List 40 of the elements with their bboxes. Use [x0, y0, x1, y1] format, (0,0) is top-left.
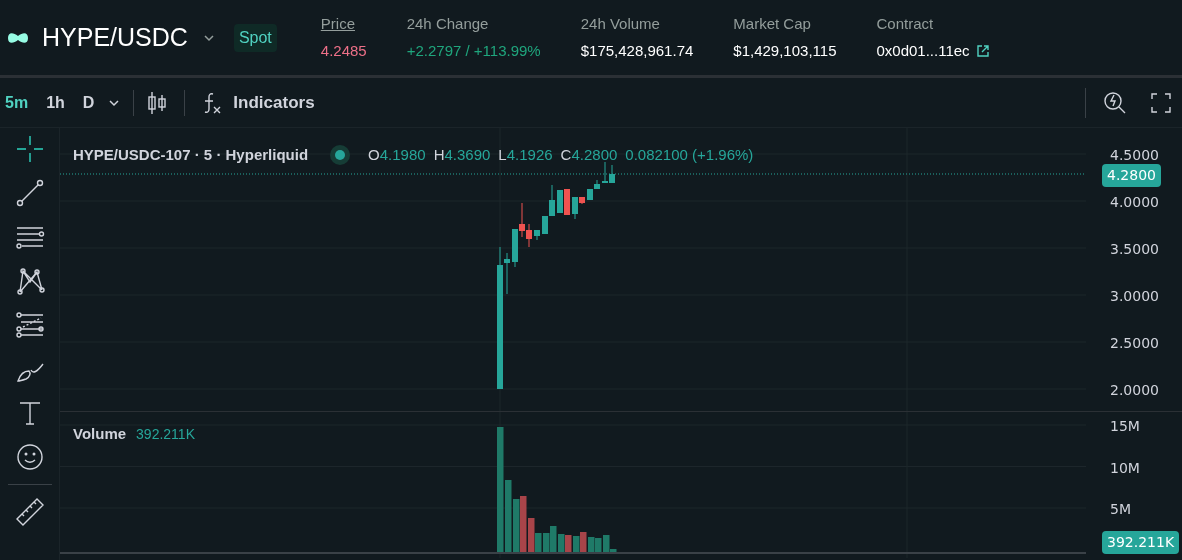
- stat-value: $1,429,103,115: [733, 40, 837, 61]
- price-tick: 4.5000: [1110, 146, 1159, 165]
- price-tick: 4.0000: [1110, 193, 1159, 212]
- stat-label: 24h Change: [406, 14, 490, 34]
- chart-symbol: HYPE/USDC-107 · 5 · Hyperliquid: [73, 145, 309, 165]
- stat-label: 24h Volume: [580, 14, 661, 34]
- stat-value: $175,428,961.74: [580, 40, 694, 61]
- candle: [534, 229, 540, 241]
- volume-label: Volume: [73, 424, 127, 444]
- ohlc-value: C4.2800: [560, 145, 618, 165]
- candlestick-icon[interactable]: [146, 89, 169, 116]
- volume-tick: 15M: [1110, 417, 1140, 436]
- stat-label: Contract: [876, 14, 935, 34]
- last-volume-badge: 392.211K: [1102, 531, 1180, 554]
- price-tick: 2.5000: [1110, 334, 1159, 353]
- ohlc-value: L4.1926: [498, 145, 553, 165]
- volume-tick: 10M: [1110, 458, 1140, 478]
- market-type-badge: Spot: [233, 23, 277, 52]
- pair-title: HYPE/USDC: [42, 21, 188, 53]
- price-tick: 3.5000: [1110, 240, 1159, 259]
- stat-value: +2.2797 / +113.99%: [406, 40, 541, 61]
- change-value: 0.082100 (+1.96%): [625, 145, 754, 165]
- ohlc-value: O4.1980: [368, 145, 426, 165]
- stat-label: Market Cap: [733, 14, 812, 34]
- interval-tab[interactable]: D: [78, 90, 99, 115]
- zoom-lightning-icon[interactable]: [1102, 89, 1128, 116]
- external-link-icon[interactable]: [975, 43, 990, 58]
- price-tick: 3.0000: [1110, 287, 1159, 306]
- stat-value: 4.2485: [320, 40, 367, 61]
- volume-value: 392.211K: [136, 424, 195, 444]
- ohlc-value: H4.3690: [433, 145, 491, 165]
- last-price-badge: 4.2800: [1102, 164, 1161, 187]
- fullscreen-icon[interactable]: [1150, 91, 1172, 114]
- interval-tab[interactable]: 5m: [1, 90, 33, 115]
- stat-value: 0x0d01...11ec: [876, 40, 970, 61]
- price-tick: 2.0000: [1110, 381, 1159, 400]
- indicators-button[interactable]: Indicators: [201, 89, 315, 116]
- volume-tick: 5M: [1110, 500, 1131, 519]
- interval-tab[interactable]: 1h: [42, 90, 69, 115]
- stat-label: Price: [320, 14, 356, 34]
